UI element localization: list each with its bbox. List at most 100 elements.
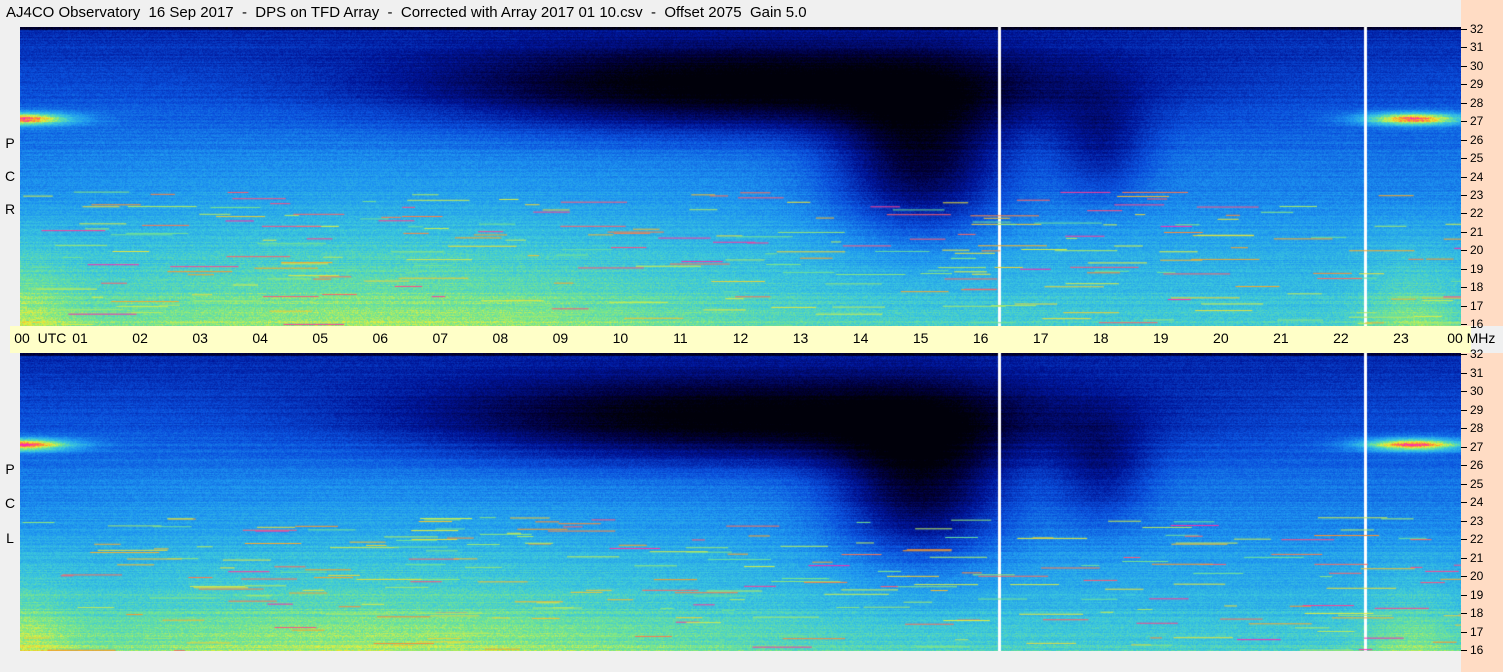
time-tick-label: 21 — [1273, 330, 1289, 346]
freq-tick — [1461, 576, 1467, 577]
time-tick-label: 14 — [852, 330, 869, 346]
freq-tick — [1461, 250, 1467, 252]
freq-tick-label: 31 — [1470, 365, 1484, 380]
freq-tick-label: 28 — [1470, 421, 1484, 435]
time-tick-label: 05 — [312, 330, 328, 346]
time-tick-label: 12 — [732, 330, 749, 346]
freq-tick-label: 25 — [1470, 151, 1484, 166]
freq-tick-label: 31 — [1470, 40, 1484, 55]
time-tick-label: 09 — [552, 330, 569, 346]
freq-tick-label: 32 — [1470, 347, 1484, 361]
freq-tick — [1461, 268, 1467, 270]
freq-tick — [1461, 158, 1467, 160]
time-tick-label: MHz — [1466, 330, 1496, 346]
freq-tick — [1461, 139, 1467, 141]
freq-tick-label: 26 — [1470, 458, 1484, 472]
freq-tick-label: 20 — [1470, 569, 1484, 583]
freq-tick-label: 27 — [1470, 439, 1484, 454]
freq-tick — [1461, 354, 1467, 355]
freq-tick-label: 28 — [1470, 95, 1484, 110]
freq-tick-label: 16 — [1470, 317, 1484, 331]
time-tick-label: 17 — [1032, 330, 1049, 346]
freq-tick — [1461, 176, 1467, 178]
freq-tick — [1461, 84, 1467, 86]
freq-tick-label: 21 — [1470, 550, 1484, 565]
freq-tick — [1461, 324, 1467, 325]
freq-tick-label: 30 — [1470, 384, 1484, 398]
time-tick-label: 11 — [673, 330, 688, 346]
freq-tick-label: 22 — [1470, 532, 1484, 546]
time-tick-label: 19 — [1152, 330, 1169, 346]
rcp-letter-r: R — [4, 201, 16, 217]
chart-title: AJ4CO Observatory 16 Sep 2017 - DPS on T… — [6, 4, 807, 21]
freq-tick — [1461, 613, 1467, 614]
time-tick-label: 06 — [372, 330, 389, 346]
time-tick-label: 08 — [492, 330, 509, 346]
freq-tick — [1461, 29, 1467, 30]
rcp-spectrogram — [20, 27, 1461, 326]
freq-tick-label: 18 — [1470, 606, 1484, 620]
lcp-letter-p: P — [5, 461, 15, 477]
freq-tick-label: 17 — [1470, 298, 1484, 313]
rcp-letter-c: C — [4, 168, 16, 184]
freq-tick — [1461, 102, 1467, 104]
time-tick-label: 16 — [972, 330, 989, 346]
time-tick-label: 15 — [912, 330, 929, 346]
time-tick-label: 03 — [192, 330, 208, 346]
freq-tick-label: 25 — [1470, 476, 1484, 491]
time-tick-label: 23 — [1393, 330, 1409, 346]
freq-tick-label: 21 — [1470, 224, 1484, 239]
lcp-letter-l: L — [6, 530, 14, 546]
time-tick-label: 00 — [14, 330, 30, 346]
freq-tick-label: 19 — [1470, 587, 1484, 602]
lcp-heatmap-canvas — [20, 353, 1461, 651]
freq-tick — [1461, 594, 1467, 596]
lcp-spectrogram — [20, 353, 1461, 651]
time-tick-label: 07 — [432, 330, 449, 346]
freq-tick — [1461, 520, 1467, 522]
freq-axis-rcp: 32 31 30 29 28 27 26 25 24 23 22 21 20 19 18 17 16 — [1461, 0, 1503, 331]
freq-tick — [1461, 287, 1467, 289]
freq-tick-label: 26 — [1470, 132, 1484, 147]
lcp-letter-c: C — [4, 495, 16, 511]
time-tick-label: 02 — [132, 330, 148, 346]
freq-tick — [1461, 409, 1467, 411]
time-tick-label: UTC — [37, 330, 67, 346]
freq-tick — [1461, 194, 1467, 196]
time-tick-label: 01 — [72, 330, 88, 346]
rcp-heatmap-canvas — [20, 27, 1461, 326]
freq-tick-label: 32 — [1470, 22, 1484, 36]
freq-tick-label: 19 — [1470, 261, 1484, 276]
freq-tick — [1461, 483, 1467, 485]
freq-tick — [1461, 502, 1467, 503]
freq-tick-label: 24 — [1470, 495, 1484, 509]
freq-tick-label: 20 — [1470, 243, 1484, 258]
freq-tick — [1461, 650, 1467, 651]
time-tick-label: 00 — [1447, 330, 1463, 346]
freq-tick — [1461, 305, 1467, 307]
freq-tick-label: 27 — [1470, 114, 1484, 129]
time-tick-label: 04 — [252, 330, 268, 346]
freq-tick — [1461, 231, 1467, 233]
freq-tick — [1461, 391, 1467, 392]
freq-tick-label: 30 — [1470, 58, 1484, 73]
time-tick-label: 18 — [1092, 330, 1109, 346]
freq-tick-label: 23 — [1470, 187, 1484, 202]
freq-tick-label: 18 — [1470, 280, 1484, 295]
time-tick-label: 10 — [612, 330, 629, 346]
freq-tick — [1461, 213, 1467, 215]
freq-tick-label: 24 — [1470, 169, 1484, 184]
time-tick-label: 22 — [1333, 330, 1349, 346]
freq-tick — [1461, 47, 1467, 49]
time-tick-label: 20 — [1213, 330, 1229, 346]
freq-tick — [1461, 539, 1467, 540]
freq-tick-label: 29 — [1470, 402, 1484, 417]
freq-tick — [1461, 446, 1467, 448]
freq-tick — [1461, 121, 1467, 123]
freq-axis-lcp: 32 31 30 29 28 27 26 25 24 23 22 21 20 19 18 17 16 — [1461, 347, 1503, 672]
time-axis: 00 UTC 01 02 03 04 05 06 07 08 09 10 11 12 13 14 15 16 17 1… — [10, 326, 1495, 353]
freq-tick — [1461, 372, 1467, 374]
freq-tick-label: 22 — [1470, 206, 1484, 221]
freq-tick-label: 16 — [1470, 643, 1484, 657]
freq-tick-label: 29 — [1470, 77, 1484, 92]
